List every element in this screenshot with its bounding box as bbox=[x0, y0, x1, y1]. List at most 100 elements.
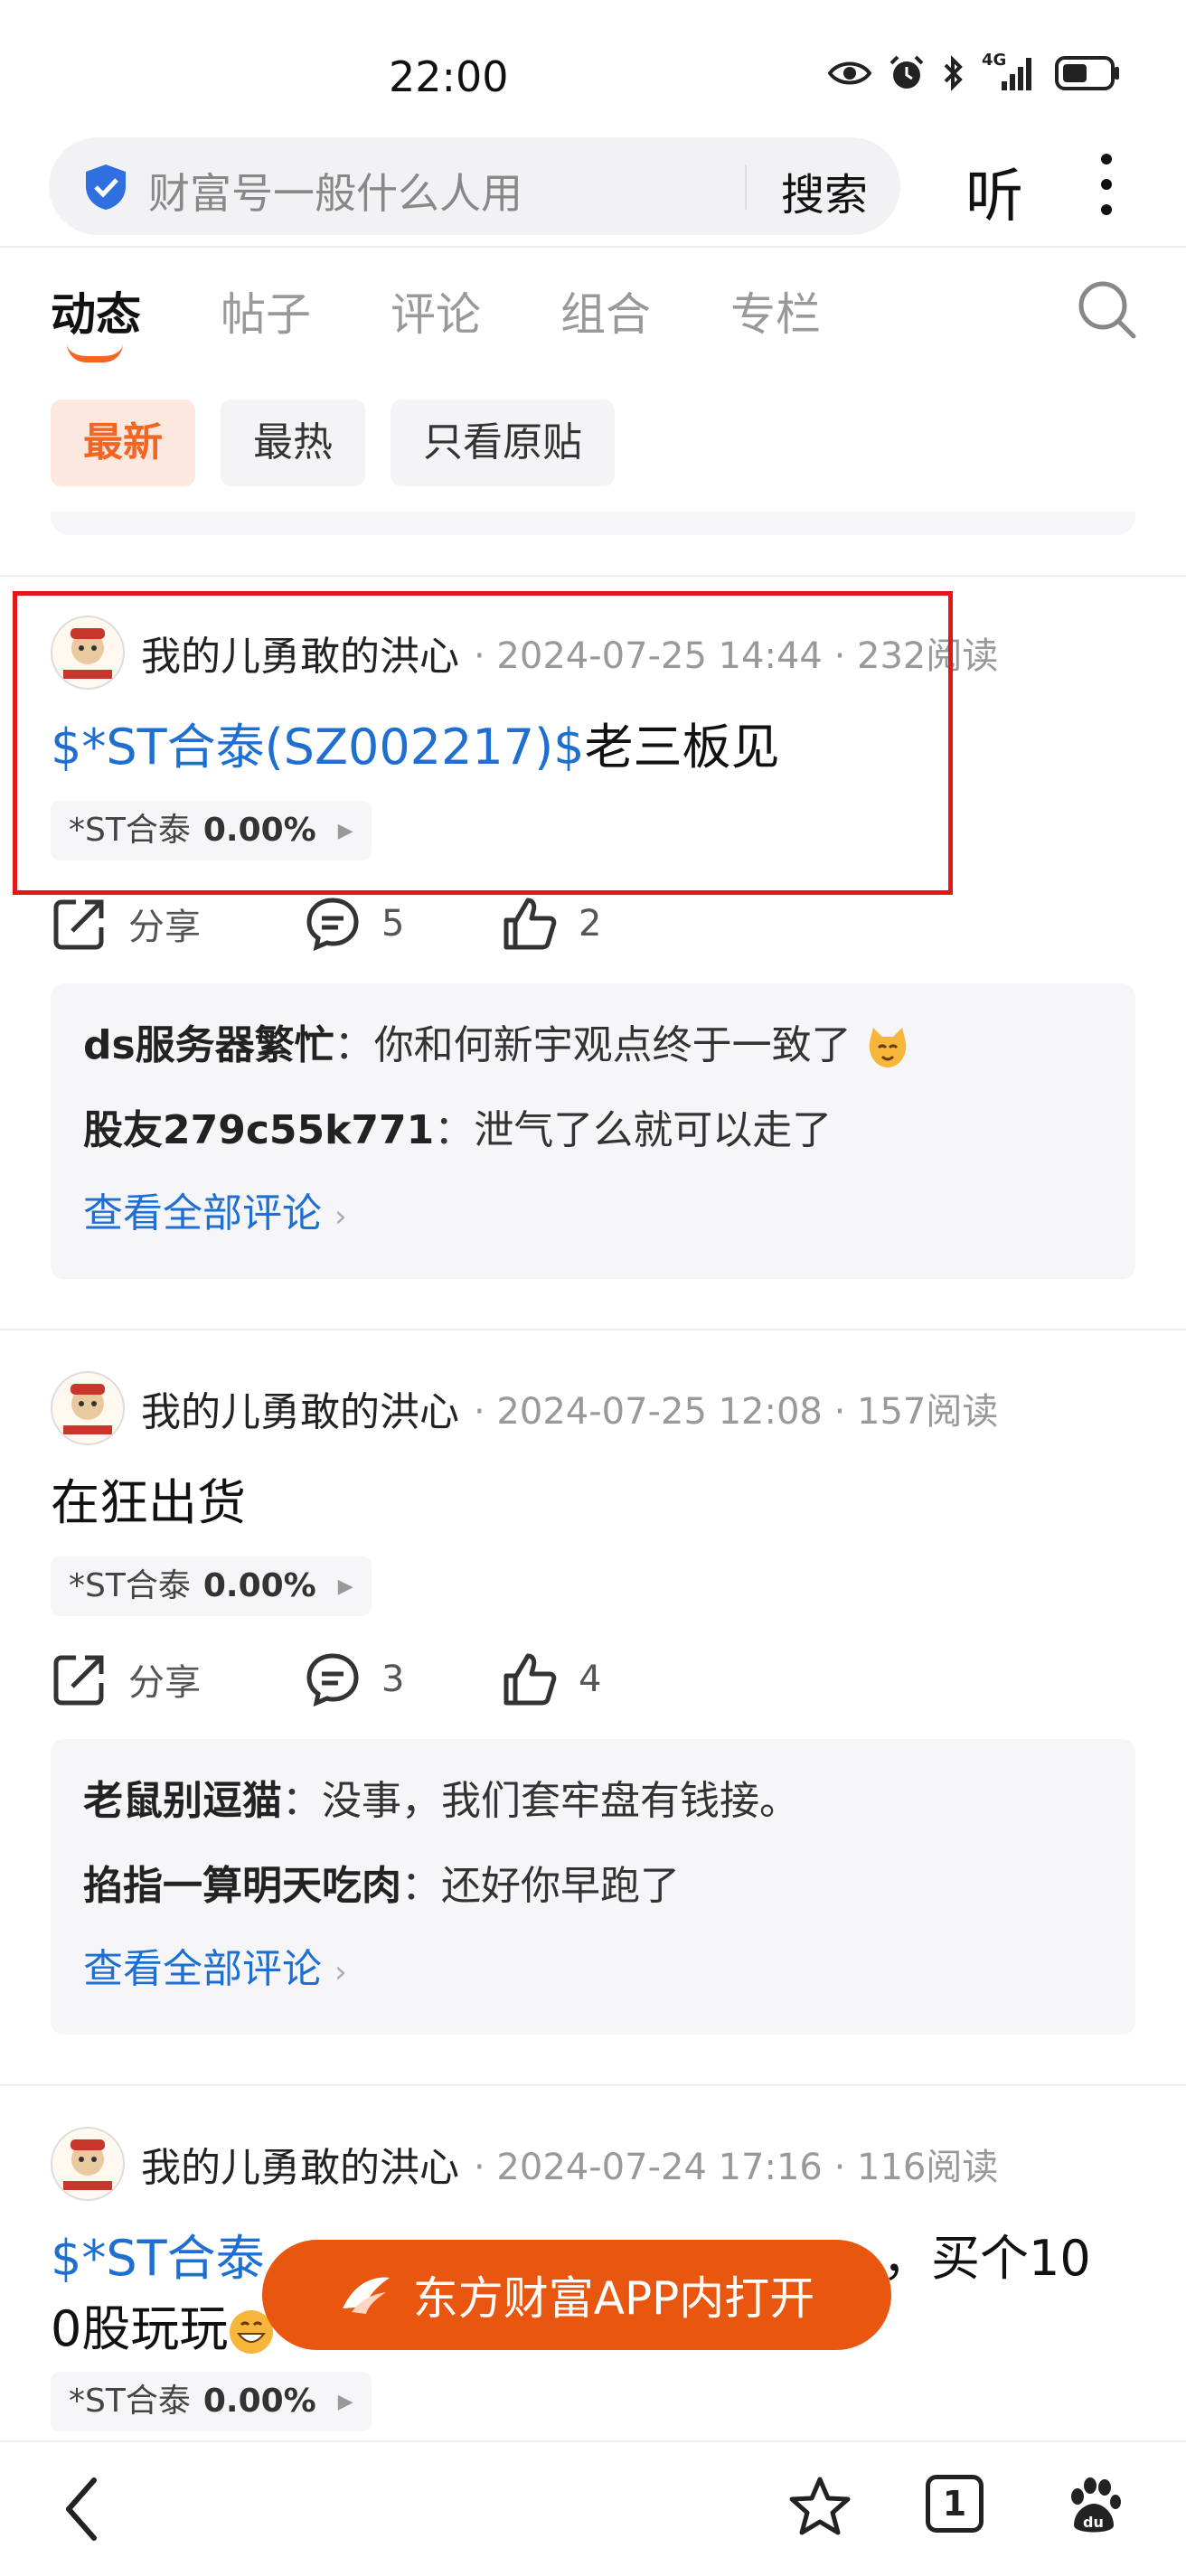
share-button[interactable]: 分享 bbox=[51, 1650, 304, 1708]
share-button[interactable]: 分享 bbox=[51, 895, 304, 953]
thumbs-up-icon bbox=[504, 898, 557, 950]
comment-preview[interactable]: 老鼠别逗猫：没事，我们套牢盘有钱接。 掐指一算明天吃肉：还好你早跑了 查看全部评… bbox=[51, 1739, 1135, 2035]
share-icon bbox=[53, 1655, 104, 1706]
post-author[interactable]: 我的儿勇敢的洪心 bbox=[141, 1379, 459, 1437]
tabs-count: 1 bbox=[942, 2484, 967, 2524]
alarm-icon bbox=[890, 55, 924, 89]
comment-text: 泄气了么就可以走了 bbox=[474, 1107, 833, 1153]
stock-tag[interactable]: *ST合泰 0.00% ▶ bbox=[51, 2372, 372, 2431]
comment-user[interactable]: 掐指一算明天吃肉 bbox=[83, 1863, 401, 1909]
comment-preview[interactable]: ds服务器繁忙：你和何新宇观点终于一致了 股友279c55k771：泄气了么就可… bbox=[51, 983, 1135, 1279]
post-text: ，买个10 bbox=[882, 2230, 1091, 2287]
post-content[interactable]: 在狂出货 bbox=[51, 1468, 1135, 1538]
comment-user[interactable]: 股友279c55k771 bbox=[83, 1107, 434, 1153]
stock-link[interactable]: $*ST合泰 bbox=[51, 2230, 265, 2287]
comment-count: 3 bbox=[381, 1659, 405, 1700]
post-author[interactable]: 我的儿勇敢的洪心 bbox=[141, 2135, 459, 2193]
highlight-box bbox=[13, 591, 953, 895]
open-in-app-label: 东方财富APP内打开 bbox=[412, 2272, 815, 2325]
like-count: 2 bbox=[579, 903, 602, 945]
filter-chips: 最新 最热 只看原贴 bbox=[51, 400, 615, 486]
comment-text: 没事，我们套牢盘有钱接。 bbox=[322, 1778, 799, 1824]
eastmoney-logo-icon bbox=[342, 2277, 390, 2314]
open-in-app-button[interactable]: 东方财富APP内打开 bbox=[262, 2240, 891, 2350]
post-meta: · 2024-07-24 17:16 · 116阅读 bbox=[474, 2147, 999, 2188]
tabs-count-button[interactable]: 1 bbox=[926, 2475, 984, 2533]
post-meta: · 2024-07-25 12:08 · 157阅读 bbox=[474, 1391, 999, 1433]
comment-icon bbox=[306, 898, 359, 952]
post-separator bbox=[0, 1329, 1186, 1330]
previous-card-bottom bbox=[51, 512, 1135, 535]
battery-icon bbox=[1055, 56, 1119, 90]
post-text: 在狂出货 bbox=[51, 1474, 246, 1531]
tab-portfolio[interactable]: 组合 bbox=[560, 278, 651, 343]
comment-count: 5 bbox=[381, 903, 405, 945]
search-icon[interactable] bbox=[1076, 278, 1139, 342]
stock-change: 0.00% bbox=[202, 2383, 316, 2420]
stock-change: 0.00% bbox=[202, 1567, 316, 1604]
post-actions: 分享 3 4 bbox=[51, 1643, 1135, 1716]
comment-item: 老鼠别逗猫：没事，我们套牢盘有钱接。 bbox=[83, 1778, 799, 1824]
post-text-continued: 0股玩玩 bbox=[51, 2300, 229, 2357]
status-bar: 22:00 4G bbox=[0, 0, 1186, 127]
search-divider bbox=[745, 165, 747, 210]
star-icon[interactable] bbox=[788, 2475, 852, 2538]
comment-item: 掐指一算明天吃肉：还好你早跑了 bbox=[83, 1863, 680, 1909]
bottom-nav: 1 du bbox=[0, 2440, 1186, 2576]
comment-icon bbox=[306, 1653, 359, 1707]
like-count: 4 bbox=[579, 1659, 602, 1700]
comment-text: 你和何新宇观点终于一致了 bbox=[373, 1022, 852, 1068]
search-button[interactable]: 搜索 bbox=[781, 159, 868, 222]
comment-user[interactable]: ds服务器繁忙 bbox=[83, 1022, 334, 1068]
baidu-paw-icon[interactable]: du bbox=[1061, 2475, 1125, 2538]
search-input[interactable]: 财富号一般什么人用 bbox=[148, 161, 522, 221]
chevron-right-icon: › bbox=[334, 1199, 347, 1235]
post-item[interactable]: 我的儿勇敢的洪心 · 2024-07-25 12:08 · 157阅读 在狂出货… bbox=[51, 1370, 1135, 2035]
tab-posts[interactable]: 帖子 bbox=[221, 278, 311, 343]
filter-original-only[interactable]: 只看原贴 bbox=[391, 400, 615, 486]
comment-item: 股友279c55k771：泄气了么就可以走了 bbox=[83, 1107, 833, 1153]
post-actions: 分享 5 2 bbox=[51, 888, 1135, 960]
view-all-label: 查看全部评论 bbox=[83, 1190, 322, 1236]
comment-button[interactable]: 5 bbox=[304, 895, 501, 953]
view-all-comments-link[interactable]: 查看全部评论 › bbox=[83, 1929, 1103, 2013]
comment-button[interactable]: 3 bbox=[304, 1650, 501, 1708]
avatar[interactable] bbox=[51, 2127, 125, 2201]
network-label: 4G bbox=[982, 51, 1007, 70]
comment-user[interactable]: 老鼠别逗猫 bbox=[83, 1778, 282, 1824]
caret-right-icon: ▶ bbox=[337, 2391, 353, 2413]
svg-text:du: du bbox=[1083, 2514, 1104, 2531]
post-separator bbox=[0, 2084, 1186, 2086]
status-icons: 4G bbox=[828, 51, 1121, 92]
listen-button[interactable]: 听 bbox=[965, 150, 1023, 233]
cat-emoji-icon bbox=[869, 1028, 906, 1067]
comment-text: 还好你早跑了 bbox=[441, 1863, 680, 1909]
more-menu-icon[interactable] bbox=[1101, 154, 1114, 217]
filter-latest[interactable]: 最新 bbox=[51, 400, 195, 486]
post-header: 我的儿勇敢的洪心 · 2024-07-24 17:16 · 116阅读 bbox=[51, 2126, 1135, 2202]
stock-tag[interactable]: *ST合泰 0.00% ▶ bbox=[51, 1556, 372, 1616]
chevron-right-icon: › bbox=[334, 1954, 347, 1990]
bluetooth-icon bbox=[944, 55, 963, 91]
like-button[interactable]: 4 bbox=[501, 1650, 601, 1708]
status-time: 22:00 bbox=[389, 52, 509, 101]
tab-column[interactable]: 专栏 bbox=[730, 278, 821, 343]
shield-icon bbox=[86, 165, 126, 210]
stock-name: *ST合泰 bbox=[69, 1567, 191, 1604]
view-all-comments-link[interactable]: 查看全部评论 › bbox=[83, 1173, 1103, 1257]
avatar[interactable] bbox=[51, 1371, 125, 1445]
search-bar[interactable]: 财富号一般什么人用 搜索 bbox=[49, 137, 900, 235]
thumbs-up-icon bbox=[504, 1653, 557, 1706]
filter-hottest[interactable]: 最热 bbox=[221, 400, 365, 486]
post-header: 我的儿勇敢的洪心 · 2024-07-25 12:08 · 157阅读 bbox=[51, 1370, 1135, 1446]
eye-icon bbox=[828, 61, 871, 85]
share-label: 分享 bbox=[128, 907, 201, 948]
back-icon[interactable] bbox=[60, 2475, 105, 2543]
caret-right-icon: ▶ bbox=[337, 1575, 353, 1598]
tab-dynamic[interactable]: 动态 bbox=[51, 278, 141, 362]
share-icon bbox=[53, 899, 104, 950]
stock-name: *ST合泰 bbox=[69, 2383, 191, 2420]
like-button[interactable]: 2 bbox=[501, 895, 601, 953]
tab-comments[interactable]: 评论 bbox=[391, 278, 481, 343]
comment-item: ds服务器繁忙：你和何新宇观点终于一致了 bbox=[83, 1003, 1103, 1088]
